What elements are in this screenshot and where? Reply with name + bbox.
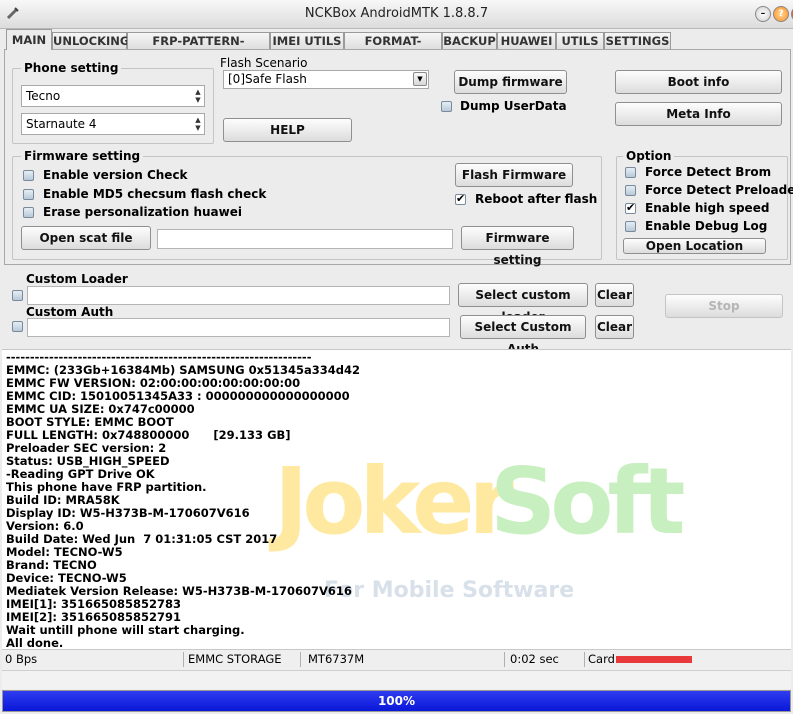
help-button[interactable]: HELP [223,118,352,142]
status-speed: 0 Bps [5,652,184,667]
model-value: Starnaute 4 [26,117,97,131]
force-brom-checkbox[interactable] [625,167,636,178]
reboot-after-flash-checkbox[interactable] [455,192,466,205]
stop-button[interactable]: Stop [665,294,783,318]
boot-info-button[interactable]: Boot info [615,70,782,94]
md5-check-label: Enable MD5 checsum flash check [43,187,267,201]
md5-check-checkbox[interactable] [23,189,34,200]
redaction-mark [616,656,692,663]
phone-setting-label: Phone setting [21,61,122,75]
model-select[interactable]: Starnaute 4 ▲ ▼ [21,113,205,135]
tab-settings[interactable]: SETTINGS [604,32,671,49]
flash-firmware-button[interactable]: Flash Firmware [455,163,573,187]
high-speed-checkbox[interactable] [625,201,636,214]
log-text: ----------------------------------------… [6,351,360,650]
title-bar: NCKBox AndroidMTK 1.8.8.7 – ? × [0,0,793,29]
dump-userdata-checkbox[interactable] [441,101,452,112]
dump-userdata-label: Dump UserData [460,99,567,113]
secondary-status-bar [2,670,791,689]
custom-loader-checkbox[interactable] [12,290,23,301]
force-preloader-label: Force Detect Preloader [645,183,793,197]
chevron-down-icon[interactable]: ▼ [413,72,427,86]
progress-bar: 100% [2,690,791,712]
open-location-button[interactable]: Open Location [623,238,766,254]
flash-scenario-select[interactable]: [0]Safe Flash ▼ [223,70,429,89]
minimize-icon[interactable]: – [755,6,771,22]
erase-personalization-label: Erase personalization huawei [43,205,242,219]
firmware-setting-button[interactable]: Firmware setting [461,226,574,267]
status-card: Card [588,652,788,667]
scat-path-field[interactable] [157,229,453,249]
flash-scenario-value: [0]Safe Flash [228,72,307,86]
tab-frp-pattern-privacy[interactable]: FRP-PATTERN-PRIVACY [127,32,270,64]
clear-auth-button[interactable]: Clear [595,315,634,339]
firmware-setting-label: Firmware setting [21,149,144,163]
custom-auth-label: Custom Auth [26,305,114,319]
force-preloader-checkbox[interactable] [625,185,636,196]
tab-main[interactable]: MAIN [6,29,52,50]
reboot-after-flash-label: Reboot after flash [475,192,598,206]
custom-auth-checkbox[interactable] [12,321,23,332]
tab-huawei[interactable]: HUAWEI [497,32,556,49]
version-check-label: Enable version Check [43,168,188,182]
main-panel: Phone setting Tecno ▲ ▼ Starnaute 4 ▲ ▼ Fl… [4,49,793,267]
status-card-label: Card [588,652,615,666]
clear-loader-button[interactable]: Clear [595,283,634,307]
select-custom-loader-button[interactable]: Select custom loader [458,283,588,324]
open-scat-button[interactable]: Open scat file [21,226,151,250]
tab-unlocking[interactable]: UNLOCKING [52,32,129,49]
tab-format-reset[interactable]: FORMAT-RESET [344,32,442,64]
progress-label: 100% [377,694,416,708]
erase-personalization-checkbox[interactable] [23,207,34,218]
status-bar: 0 Bps EMMC STORAGE MT6737M 0:02 sec Card [2,649,791,670]
tab-utils[interactable]: UTILS [556,32,604,49]
spinner-icon[interactable]: ▲ ▼ [193,116,203,132]
tab-backup[interactable]: BACKUP [442,32,497,49]
dump-firmware-button[interactable]: Dump firmware [454,70,567,94]
status-chip: MT6737M [308,652,505,667]
watermark-soft: Soft [490,448,685,555]
debug-log-label: Enable Debug Log [645,219,768,233]
app-window: NCKBox AndroidMTK 1.8.8.7 – ? × MAIN UNL… [0,0,793,714]
help-icon[interactable]: ? [773,6,789,22]
high-speed-label: Enable high speed porl [645,201,773,215]
tab-imei-utils[interactable]: IMEI UTILS [270,32,344,49]
status-time: 0:02 sec [510,652,585,667]
log-panel: Joker Soft For Mobile Software ---------… [2,349,791,650]
option-label: Option [623,149,675,163]
force-brom-label: Force Detect Brom [645,165,772,179]
window-title: NCKBox AndroidMTK 1.8.8.7 [304,6,489,21]
custom-loader-field[interactable] [27,286,450,305]
spinner-icon[interactable]: ▲ ▼ [193,88,203,104]
version-check-checkbox[interactable] [23,170,34,181]
brand-value: Tecno [26,89,61,103]
flash-scenario-label: Flash Scenario [220,56,308,70]
debug-log-checkbox[interactable] [625,221,636,232]
meta-info-button[interactable]: Meta Info [615,102,782,126]
select-custom-auth-button[interactable]: Select Custom Auth [460,315,586,356]
status-storage: EMMC STORAGE [188,652,301,667]
custom-loader-label: Custom Loader [26,272,128,286]
watermark-tagline: For Mobile Software [324,578,575,603]
brand-select[interactable]: Tecno ▲ ▼ [21,85,205,107]
custom-auth-field[interactable] [27,318,450,337]
